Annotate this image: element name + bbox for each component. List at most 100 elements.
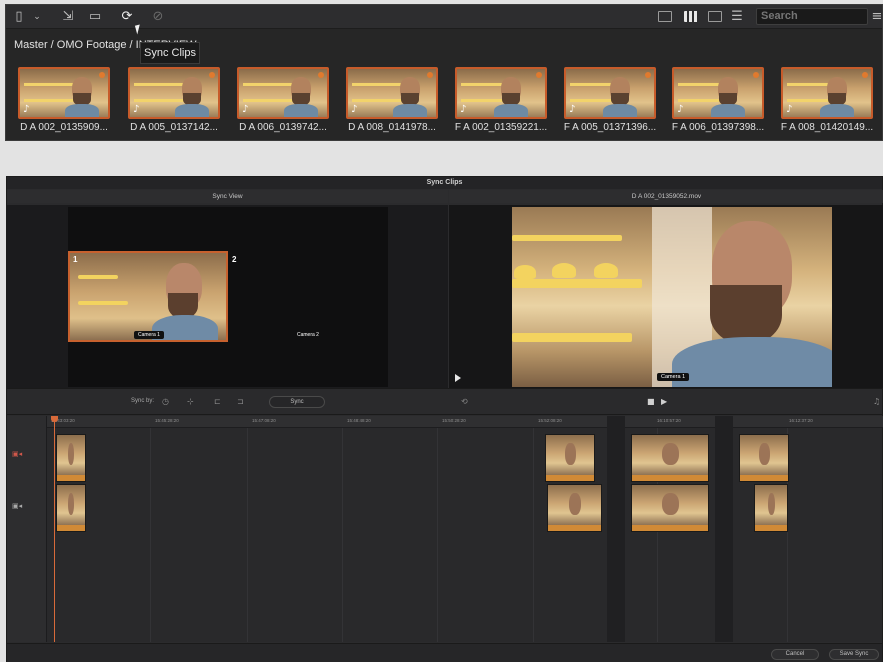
- media-clip[interactable]: ♪ D A 008_0141978...: [346, 67, 438, 135]
- filmstrip-view-icon[interactable]: [708, 11, 722, 22]
- shelf: [352, 99, 406, 102]
- shelf: [78, 301, 128, 305]
- viewer-camera-label: Camera 1: [657, 373, 690, 381]
- sync-view-header: Sync View: [7, 190, 448, 203]
- person-body: [65, 104, 99, 117]
- timeline-clip[interactable]: [56, 434, 86, 482]
- bin-icon[interactable]: ▭: [86, 9, 104, 25]
- audio-icon[interactable]: ♫: [873, 397, 880, 406]
- shelf: [352, 83, 406, 86]
- media-clip[interactable]: ♪ F A 002_01359221...: [455, 67, 547, 135]
- media-clip[interactable]: ♪ D A 005_0137142...: [128, 67, 220, 135]
- person-body: [672, 337, 832, 387]
- media-clip[interactable]: ♪ D A 002_0135909...: [18, 67, 110, 135]
- clip-name: F A 006_01397398...: [671, 122, 765, 133]
- timeline-clip[interactable]: [545, 434, 595, 482]
- loop-icon[interactable]: ⟲: [461, 397, 468, 406]
- timeline-clip[interactable]: [631, 484, 709, 532]
- metadata-view-icon[interactable]: [658, 11, 672, 22]
- stop-icon[interactable]: ■: [647, 397, 655, 406]
- clip-flag-icon: [536, 72, 542, 78]
- sort-icon[interactable]: ≡: [868, 9, 883, 25]
- ruler-tick: 15:47:08:20: [252, 418, 276, 423]
- shelf: [24, 83, 78, 86]
- thumbnail-view-icon[interactable]: [684, 11, 698, 22]
- person-body: [820, 104, 854, 117]
- clip-thumbnail: ♪: [128, 67, 220, 119]
- gridline: [150, 428, 151, 642]
- timeline-clip[interactable]: [631, 434, 709, 482]
- clip-thumbnail: [755, 485, 787, 525]
- shelf: [243, 99, 297, 102]
- cancel-button[interactable]: Cancel: [771, 649, 819, 660]
- link-icon[interactable]: ⊘: [149, 9, 167, 25]
- media-clip[interactable]: ♪ F A 008_01420149...: [781, 67, 873, 135]
- clip-thumbnail: [57, 485, 85, 525]
- clip-viewer: Camera 1: [449, 205, 883, 388]
- track-header-empty: [7, 532, 47, 642]
- media-clip[interactable]: ♪ F A 006_01397398...: [672, 67, 764, 135]
- shelf: [512, 235, 622, 241]
- clip-thumbnail: [57, 435, 85, 475]
- sync-view: 1 Camera 1 2 Camera 2: [7, 205, 448, 388]
- sync-clips-tooltip: Sync Clips: [140, 42, 200, 64]
- timeline-clip[interactable]: [739, 434, 789, 482]
- gridline: [437, 428, 438, 642]
- clip-flag-icon: [427, 72, 433, 78]
- clip-thumbnail: [632, 435, 708, 475]
- sync-button[interactable]: Sync: [269, 396, 325, 408]
- ruler-tick: 15:50:28:20: [442, 418, 466, 423]
- clip-name: F A 005_01371396...: [563, 122, 657, 133]
- sync-by-timecode-icon[interactable]: ◷: [162, 397, 169, 406]
- video-track-icon[interactable]: ▣◂: [12, 502, 22, 510]
- audio-note-icon: ♪: [351, 104, 358, 115]
- playhead[interactable]: [54, 416, 55, 642]
- sync-timeline: ▣◂ ▣◂ 15:43:03:20 15:45:28:20 15:47:08:20 1…: [7, 416, 883, 642]
- clip-thumbnail: [548, 485, 601, 525]
- clip-thumbnail: ♪: [672, 67, 764, 119]
- shelf: [512, 333, 632, 342]
- track-2-header: ▣◂: [7, 480, 47, 532]
- timeline-clip[interactable]: [754, 484, 788, 532]
- panel-toggle-icon[interactable]: ▯: [10, 9, 28, 25]
- sync-controls-bar: Sync by: ◷ ⊹ ⊏ ⊐ Sync ⟲ ■ ▶ ♫: [7, 388, 882, 415]
- media-pool-panel: ▯ ⌄ ⇲ ▭ ⟳ ⊘ ☰ ≡ Master / OMO Footage / I…: [5, 4, 883, 141]
- ruler-tick: 15:52:08:20: [538, 418, 562, 423]
- clip-name: F A 008_01420149...: [780, 122, 874, 133]
- timeline-gap: [715, 416, 733, 642]
- clip-viewer-header: D A 002_01359052.mov: [449, 190, 883, 203]
- clip-flag-icon: [862, 72, 868, 78]
- camera-1-preview[interactable]: 1 Camera 1: [68, 251, 228, 342]
- clip-thumbnail: ♪: [237, 67, 329, 119]
- list-view-icon[interactable]: ☰: [728, 9, 746, 25]
- clip-name: D A 005_0137142...: [130, 122, 218, 133]
- yellow-cap: [594, 263, 618, 278]
- shelf: [512, 279, 642, 288]
- sync-by-label: Sync by:: [131, 398, 155, 404]
- video-track-icon[interactable]: ▣◂: [12, 450, 22, 458]
- clip-thumbnail: ♪: [18, 67, 110, 119]
- sync-by-inpoint-icon[interactable]: ⊏: [214, 397, 221, 406]
- media-clip[interactable]: ♪ F A 005_01371396...: [564, 67, 656, 135]
- sync-by-outpoint-icon[interactable]: ⊐: [237, 397, 244, 406]
- timeline-clip[interactable]: [56, 484, 86, 532]
- viewer-marker-icon: [455, 374, 461, 382]
- sync-clips-icon[interactable]: ⟳: [118, 9, 136, 25]
- save-sync-button[interactable]: Save Sync: [829, 649, 879, 660]
- chevron-down-icon[interactable]: ⌄: [28, 9, 46, 25]
- search-box[interactable]: [756, 8, 868, 25]
- clip-thumbnail: [546, 435, 594, 475]
- sync-view-stage: 1 Camera 1 2 Camera 2: [68, 207, 388, 387]
- sync-by-waveform-icon[interactable]: ⊹: [187, 397, 194, 406]
- import-media-icon[interactable]: ⇲: [59, 9, 77, 25]
- media-clip[interactable]: ♪ D A 006_0139742...: [237, 67, 329, 135]
- ruler-tick: 16:12:37:20: [789, 418, 813, 423]
- ruler-tick: 15:45:28:20: [155, 418, 179, 423]
- timeline-clip[interactable]: [547, 484, 602, 532]
- search-input[interactable]: [761, 10, 863, 22]
- audio-note-icon: ♪: [786, 104, 793, 115]
- timeline-gap: [607, 416, 625, 642]
- clip-flag-icon: [318, 72, 324, 78]
- gridline: [342, 428, 343, 642]
- play-icon[interactable]: ▶: [661, 397, 667, 406]
